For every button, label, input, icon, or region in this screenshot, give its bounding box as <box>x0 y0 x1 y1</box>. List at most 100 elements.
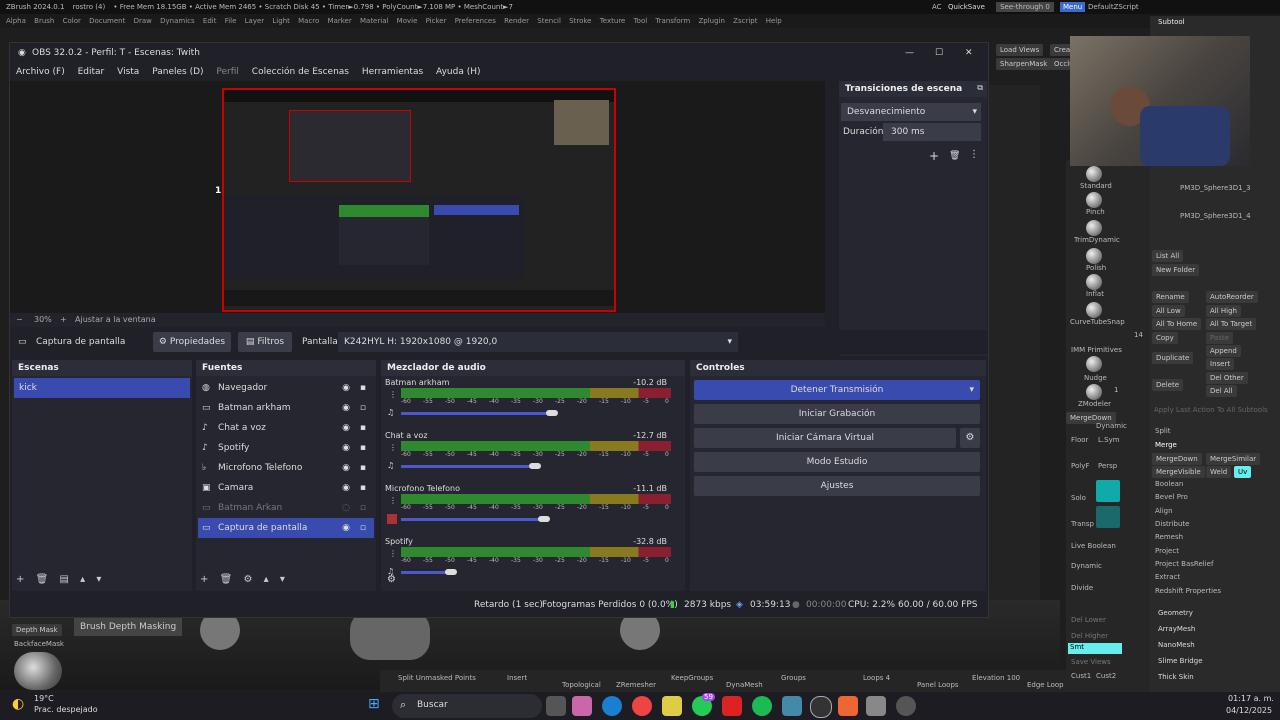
taskbar-search[interactable]: ⌕ Buscar <box>392 694 542 718</box>
copilot-icon[interactable] <box>572 696 592 716</box>
winrar-icon[interactable] <box>722 696 742 716</box>
cust1-button[interactable]: Cust1 <box>1071 672 1091 680</box>
del-other-button[interactable]: Del Other <box>1206 372 1248 384</box>
settings-button[interactable]: Ajustes <box>694 476 980 496</box>
temperature[interactable]: 19°C <box>34 694 54 703</box>
new-folder-button[interactable]: New Folder <box>1152 264 1200 276</box>
mergesimilar-button[interactable]: MergeSimilar <box>1206 453 1261 465</box>
backface-mask-label[interactable]: BackfaceMask <box>14 640 64 648</box>
save-views-button[interactable]: Save Views <box>1071 658 1111 666</box>
edge-icon[interactable] <box>602 696 622 716</box>
transp-button[interactable]: Transp <box>1071 520 1094 528</box>
trash-icon[interactable]: 🗑 <box>220 574 233 585</box>
dynamesh-button[interactable]: DynaMesh <box>726 681 763 689</box>
menu-tool[interactable]: Tool <box>634 17 648 25</box>
menu-file[interactable]: File <box>225 17 237 25</box>
start-virtual-camera-button[interactable]: Iniciar Cámara Virtual <box>694 428 956 448</box>
browser-icon[interactable] <box>782 696 802 716</box>
volume-slider-handle[interactable] <box>538 516 550 522</box>
all-to-target-button[interactable]: All To Target <box>1206 318 1257 330</box>
menu-coleccion[interactable]: Colección de Escenas <box>252 67 349 77</box>
eye-icon[interactable]: ◉ <box>342 458 350 478</box>
volume-slider[interactable] <box>401 518 544 521</box>
menu-help[interactable]: Help <box>766 17 782 25</box>
groups-label[interactable]: Groups <box>781 674 806 682</box>
lock-icon[interactable]: ▪ <box>360 438 366 458</box>
material-sphere[interactable] <box>14 652 62 690</box>
del-higher-button[interactable]: Del Higher <box>1071 632 1108 640</box>
maximize-button[interactable]: ☐ <box>935 43 943 63</box>
align-item[interactable]: Align <box>1155 507 1173 515</box>
menu-archivo[interactable]: Archivo (F) <box>16 67 65 77</box>
mergevisible-button[interactable]: MergeVisible <box>1152 466 1205 478</box>
subtool-mesh-1[interactable]: PM3D_Sphere3D1_3 <box>1180 184 1251 192</box>
mergedown-button[interactable]: MergeDown <box>1152 453 1202 465</box>
menu-button[interactable]: Menu <box>1060 2 1086 12</box>
dynamic-label[interactable]: Dynamic <box>1096 422 1127 430</box>
task-view-icon[interactable] <box>546 696 566 716</box>
eye-icon[interactable]: ◉ <box>342 398 350 418</box>
append-button[interactable]: Append <box>1206 345 1241 357</box>
brush-polish-icon[interactable] <box>1086 248 1102 264</box>
persp-button[interactable]: Persp <box>1098 462 1117 470</box>
brush-depth-masking[interactable]: Brush Depth Masking <box>74 618 182 636</box>
menu-vista[interactable]: Vista <box>117 67 139 77</box>
solo-button[interactable]: Solo <box>1071 494 1086 502</box>
speaker-icon[interactable]: ♫ <box>387 461 394 470</box>
lsym-button[interactable]: L.Sym <box>1098 436 1120 444</box>
brush-trimdynamic-icon[interactable] <box>1086 220 1102 236</box>
microphone-app-icon[interactable] <box>838 696 858 716</box>
chevron-down-icon[interactable]: ▾ <box>280 574 285 585</box>
eye-icon[interactable]: ◉ <box>342 438 350 458</box>
start-recording-button[interactable]: Iniciar Grabación <box>694 404 980 424</box>
scene-item-kick[interactable]: kick <box>14 378 190 398</box>
transition-select[interactable]: Desvanecimiento ▾ <box>841 103 981 121</box>
nanomesh-item[interactable]: NanoMesh <box>1158 641 1195 649</box>
floor-button[interactable]: Floor <box>1071 436 1088 444</box>
lock-icon[interactable]: ▪ <box>360 418 366 438</box>
lock-icon[interactable]: ▪ <box>360 458 366 478</box>
menu-light[interactable]: Light <box>272 17 289 25</box>
eye-icon[interactable]: ◉ <box>342 418 350 438</box>
menu-layer[interactable]: Layer <box>245 17 265 25</box>
project-item[interactable]: Project <box>1155 547 1179 555</box>
menu-ayuda[interactable]: Ayuda (H) <box>436 67 480 77</box>
undock-icon[interactable]: ⧉ <box>977 83 983 93</box>
subtool-mesh-2[interactable]: PM3D_Sphere3D1_4 <box>1180 212 1251 220</box>
redshift-item[interactable]: Redshift Properties <box>1155 587 1221 595</box>
volume-slider-handle[interactable] <box>529 463 541 469</box>
brush-inflat-icon[interactable] <box>1086 274 1102 290</box>
chevron-up-icon[interactable]: ▴ <box>80 574 85 585</box>
topological-label[interactable]: Topological <box>562 681 601 689</box>
weld-button[interactable]: Weld <box>1206 466 1232 478</box>
arraymesh-item[interactable]: ArrayMesh <box>1158 625 1195 633</box>
menu-color[interactable]: Color <box>63 17 81 25</box>
all-low-button[interactable]: All Low <box>1152 305 1185 317</box>
add-icon[interactable]: + <box>200 574 208 585</box>
menu-dynamics[interactable]: Dynamics <box>160 17 195 25</box>
lock-icon[interactable]: ▫ <box>360 518 366 538</box>
menu-movie[interactable]: Movie <box>397 17 418 25</box>
menu-paneles[interactable]: Paneles (D) <box>152 67 203 77</box>
brush-nudge-icon[interactable] <box>1086 356 1102 372</box>
cust2-button[interactable]: Cust2 <box>1096 672 1116 680</box>
menu-stroke[interactable]: Stroke <box>569 17 591 25</box>
trash-icon[interactable]: 🗑 <box>36 574 49 585</box>
eye-off-icon[interactable]: ◌ <box>342 498 350 518</box>
split-unmasked-points[interactable]: Split Unmasked Points <box>398 674 476 682</box>
source-item-microfono[interactable]: ♭ Microfono Telefono ◉ ▪ <box>198 458 374 478</box>
clock-date[interactable]: 04/12/2025 <box>1226 706 1272 715</box>
source-item-spotify[interactable]: ♪ Spotify ◉ ▪ <box>198 438 374 458</box>
source-item-captura[interactable]: ▭ Captura de pantalla ◉ ▫ <box>198 518 374 538</box>
speaker-icon[interactable]: ♫ <box>387 408 394 417</box>
insert-label[interactable]: Insert <box>507 674 527 682</box>
menu-document[interactable]: Document <box>89 17 125 25</box>
channel-menu-icon[interactable]: ⋮ <box>389 549 397 558</box>
obs-taskbar-icon[interactable] <box>810 696 832 718</box>
volume-slider-handle[interactable] <box>445 569 457 575</box>
del-all-button[interactable]: Del All <box>1206 385 1237 397</box>
menu-marker[interactable]: Marker <box>328 17 352 25</box>
volume-slider[interactable] <box>401 465 535 468</box>
zbrush-viewport[interactable] <box>980 85 1040 645</box>
menu-picker[interactable]: Picker <box>426 17 447 25</box>
